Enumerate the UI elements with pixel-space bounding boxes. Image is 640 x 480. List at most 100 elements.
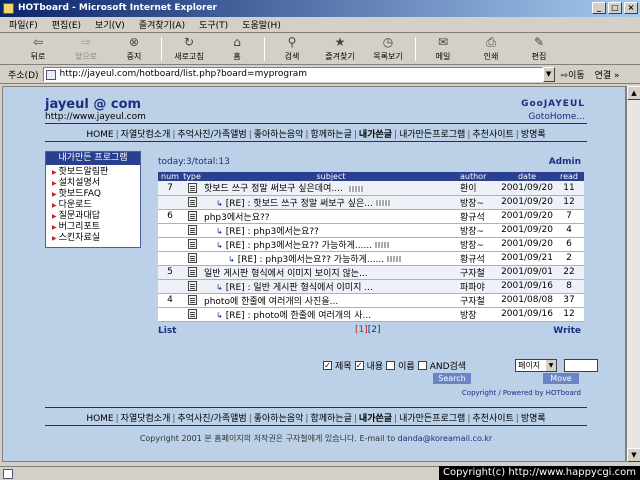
cell-subject[interactable]: 일반 게시판 형식에서 이미지 보이지 않는... [202, 265, 460, 280]
scroll-down-button[interactable]: ▼ [627, 448, 640, 462]
subject-link[interactable]: [RE] : php3에서는요?? 가능하게...... [238, 255, 384, 265]
sidebar-item[interactable]: 핫보드FAQ [52, 189, 136, 200]
gotohome-link[interactable]: GotoHome... [528, 112, 585, 122]
toolbar-button-10[interactable]: ✎ 편집 [515, 35, 563, 62]
subject-link[interactable]: 일반 게시판 형식에서 이미지 보이지 않는... [204, 269, 368, 279]
maximize-button[interactable]: □ [608, 2, 622, 14]
toolbar-button-8[interactable]: ✉ 메일 [419, 35, 467, 62]
cell-author[interactable]: 방장~ [460, 223, 500, 238]
nav-item[interactable]: 내가쓴글 [357, 414, 394, 424]
page-link[interactable]: [2] [368, 325, 381, 335]
move-button[interactable]: Move [543, 373, 579, 384]
cell-author[interactable]: 구자철 [460, 265, 500, 280]
nav-item[interactable]: 추천사이트 [470, 414, 515, 424]
menu-tools[interactable]: 도구(T) [196, 18, 231, 31]
links-button[interactable]: 연결 » [595, 68, 620, 81]
nav-item[interactable]: 함께하는글 [308, 130, 353, 140]
sidebar-item[interactable]: 핫보드알림판 [52, 167, 136, 178]
nav-item[interactable]: 내가쓴글 [357, 130, 394, 140]
nav-item[interactable]: 자열닷컴소개 [119, 414, 173, 424]
nav-item[interactable]: 좋아하는음악 [252, 414, 306, 424]
nav-item[interactable]: 추억사진/가족앨범 [175, 130, 248, 140]
nav-item[interactable]: 좋아하는음악 [252, 130, 306, 140]
scroll-up-button[interactable]: ▲ [627, 86, 640, 100]
cell-author[interactable]: 구자철 [460, 293, 500, 308]
address-input[interactable]: http://jayeul.com/hotboard/list.php?boar… [42, 67, 543, 82]
admin-link[interactable]: Admin [549, 157, 581, 167]
subject-link[interactable]: [RE] : photo에 한줄에 여러개의 사... [226, 311, 371, 321]
cell-subject[interactable]: ↳ [RE] : php3에서는요?? 가능하게...... [202, 237, 460, 252]
nav-item[interactable]: 방명록 [519, 414, 548, 424]
address-dropdown-button[interactable]: ▼ [542, 67, 555, 82]
subject-link[interactable]: [RE] : php3에서는요?? [226, 227, 319, 237]
subject-link[interactable]: [RE] : 일반 게시판 형식에서 이미지 ... [226, 283, 373, 293]
sidebar-item[interactable]: 다운로드 [52, 200, 136, 211]
toolbar-button-6[interactable]: ★ 즐겨찾기 [316, 35, 364, 62]
toolbar-button-5[interactable]: ⚲ 검색 [268, 35, 316, 62]
site-title[interactable]: jayeul @ com [45, 97, 141, 112]
document-icon [187, 238, 197, 249]
footer-email-link[interactable]: danda@koreamail.co.kr [398, 434, 493, 443]
cell-author[interactable]: 파파야 [460, 279, 500, 294]
search-input[interactable] [564, 359, 599, 372]
cell-author[interactable]: 황규석 [460, 209, 500, 224]
cell-subject[interactable]: ↳ [RE] : photo에 한줄에 여러개의 사... [202, 307, 460, 322]
cell-subject[interactable]: ↳ [RE] : php3에서는요?? [202, 223, 460, 238]
menu-help[interactable]: 도움말(H) [239, 18, 284, 31]
menu-view[interactable]: 보기(V) [92, 18, 128, 31]
close-button[interactable]: × [624, 2, 638, 14]
subject-link[interactable]: photo에 한줄에 여러개의 사진을... [204, 297, 338, 307]
sidebar-item[interactable]: 설치설명서 [52, 178, 136, 189]
minimize-button[interactable]: _ [592, 2, 606, 14]
nav-item[interactable]: 내가만든프로그램 [397, 130, 467, 140]
search-checkbox-3[interactable] [417, 361, 427, 370]
nav-item[interactable]: 내가만든프로그램 [397, 414, 467, 424]
go-button[interactable]: ⇨이동 [561, 68, 585, 81]
subject-link[interactable]: [RE] : 핫보드 쓰구 정말 써보구 싶은... [226, 199, 373, 209]
page-select[interactable]: 페이지 [515, 359, 558, 372]
subject-link[interactable]: [RE] : php3에서는요?? 가능하게...... [226, 241, 372, 251]
toolbar-button-3[interactable]: ↻ 새로고침 [165, 35, 213, 62]
toolbar-button-7[interactable]: ◷ 목록보기 [364, 35, 412, 62]
menu-file[interactable]: 파일(F) [6, 18, 41, 31]
cell-subject[interactable]: 핫보드 쓰구 정말 써보구 싶은데여.... [202, 181, 460, 196]
write-link[interactable]: Write [553, 326, 581, 336]
cell-author[interactable]: 환이 [460, 181, 500, 196]
toolbar-button-4[interactable]: ⌂ 홈 [213, 35, 261, 62]
search-checkbox-0[interactable]: ✓ [323, 361, 332, 370]
page-current[interactable]: [1] [355, 325, 368, 335]
nav-item[interactable]: HOME [84, 130, 115, 140]
menu-edit[interactable]: 편집(E) [49, 18, 84, 31]
cell-author[interactable]: 방장~ [460, 237, 500, 252]
sidebar-item[interactable]: 버그리포트 [52, 222, 136, 233]
list-link[interactable]: List [158, 326, 176, 336]
toolbar-button-9[interactable]: ⎙ 인쇄 [467, 35, 515, 62]
cell-subject[interactable]: php3에서는요?? [202, 209, 460, 224]
subject-link[interactable]: 핫보드 쓰구 정말 써보구 싶은데여.... [204, 184, 346, 194]
vertical-scrollbar[interactable]: ▲ ▼ [626, 86, 640, 462]
menu-favorites[interactable]: 즐겨찾기(A) [136, 18, 188, 31]
nav-item[interactable]: 추억사진/가족앨범 [175, 414, 248, 424]
nav-item[interactable]: HOME [84, 414, 115, 424]
search-checkbox-1[interactable]: ✓ [354, 361, 364, 370]
sidebar-item[interactable]: 스킨자료실 [52, 233, 136, 244]
cell-author[interactable]: 방장~ [460, 195, 500, 210]
toolbar-button-1[interactable]: ⇨ 앞으로 [62, 35, 110, 62]
cell-subject[interactable]: ↳ [RE] : 일반 게시판 형식에서 이미지 ... [202, 279, 460, 294]
toolbar-button-0[interactable]: ⇦ 뒤로 [14, 35, 62, 62]
cell-subject[interactable]: photo에 한줄에 여러개의 사진을... [202, 293, 460, 308]
nav-item[interactable]: 추천사이트 [470, 130, 515, 140]
cell-subject[interactable]: ↳ [RE] : 핫보드 쓰구 정말 써보구 싶은... [202, 195, 460, 210]
cell-author[interactable]: 황규석 [460, 251, 500, 266]
toolbar-button-2[interactable]: ⊗ 중지 [110, 35, 158, 62]
sidebar-item[interactable]: 질문과대답 [52, 211, 136, 222]
nav-item[interactable]: 방명록 [519, 130, 548, 140]
nav-item[interactable]: 함께하는글 [308, 414, 353, 424]
cell-author[interactable]: 방장 [460, 307, 500, 322]
site-url[interactable]: http://www.jayeul.com [45, 112, 146, 122]
search-checkbox-2[interactable] [386, 361, 396, 370]
nav-item[interactable]: 자열닷컴소개 [119, 130, 173, 140]
cell-subject[interactable]: ↳ [RE] : php3에서는요?? 가능하게...... [202, 251, 460, 266]
subject-link[interactable]: php3에서는요?? [204, 213, 270, 223]
search-button[interactable]: Search [433, 373, 471, 384]
